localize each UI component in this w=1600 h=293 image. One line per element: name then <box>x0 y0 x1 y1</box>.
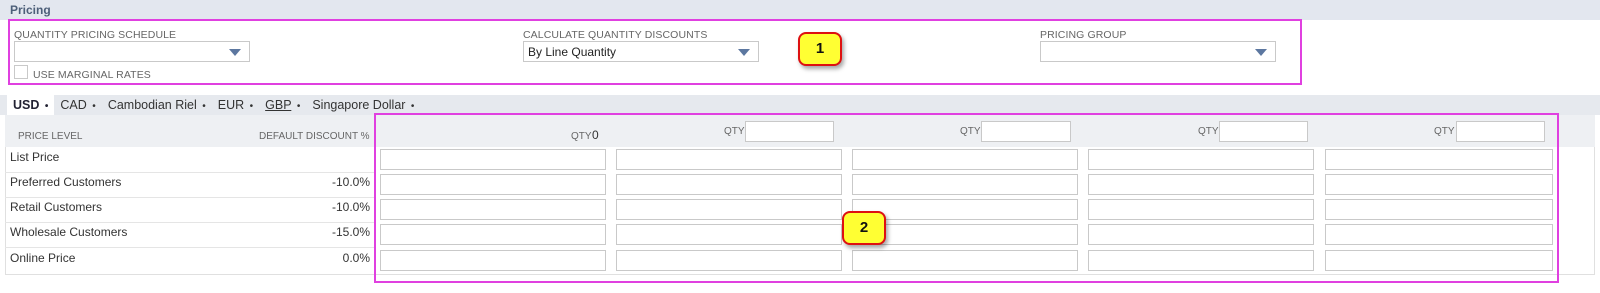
row-divider <box>5 222 375 223</box>
row-divider <box>5 197 375 198</box>
tab-eur[interactable]: EUR • <box>211 95 260 115</box>
highlight-box-2 <box>374 113 1559 283</box>
currency-tabs: USD • CAD • Cambodian Riel • EUR • GBP •… <box>7 95 421 115</box>
default-discount-value: -15.0% <box>331 225 370 239</box>
price-level-name: Preferred Customers <box>10 175 122 189</box>
price-level-name: Online Price <box>10 251 76 265</box>
price-level-name: List Price <box>10 150 60 164</box>
callout-badge-2: 2 <box>842 211 886 245</box>
tab-cambodian-riel[interactable]: Cambodian Riel • <box>101 95 212 115</box>
price-level-name: Wholesale Customers <box>10 225 128 239</box>
row-divider <box>5 172 375 173</box>
section-title: Pricing <box>10 3 51 17</box>
default-discount-value: 0.0% <box>342 251 370 265</box>
default-discount-value: -10.0% <box>331 200 370 214</box>
default-discount-value: -10.0% <box>331 175 370 189</box>
tab-singapore-dollar[interactable]: Singapore Dollar • <box>306 95 421 115</box>
tab-gbp[interactable]: GBP • <box>259 95 307 115</box>
tab-usd[interactable]: USD • <box>7 95 55 115</box>
tab-cad[interactable]: CAD • <box>54 95 102 115</box>
price-level-name: Retail Customers <box>10 200 103 214</box>
price-level-column-header: PRICE LEVEL <box>18 131 83 142</box>
highlight-box-1 <box>8 19 1302 85</box>
callout-badge-1: 1 <box>798 32 842 66</box>
row-divider <box>5 247 375 248</box>
default-discount-column-header: DEFAULT DISCOUNT % <box>259 131 370 142</box>
pricing-section-header <box>0 0 1600 20</box>
